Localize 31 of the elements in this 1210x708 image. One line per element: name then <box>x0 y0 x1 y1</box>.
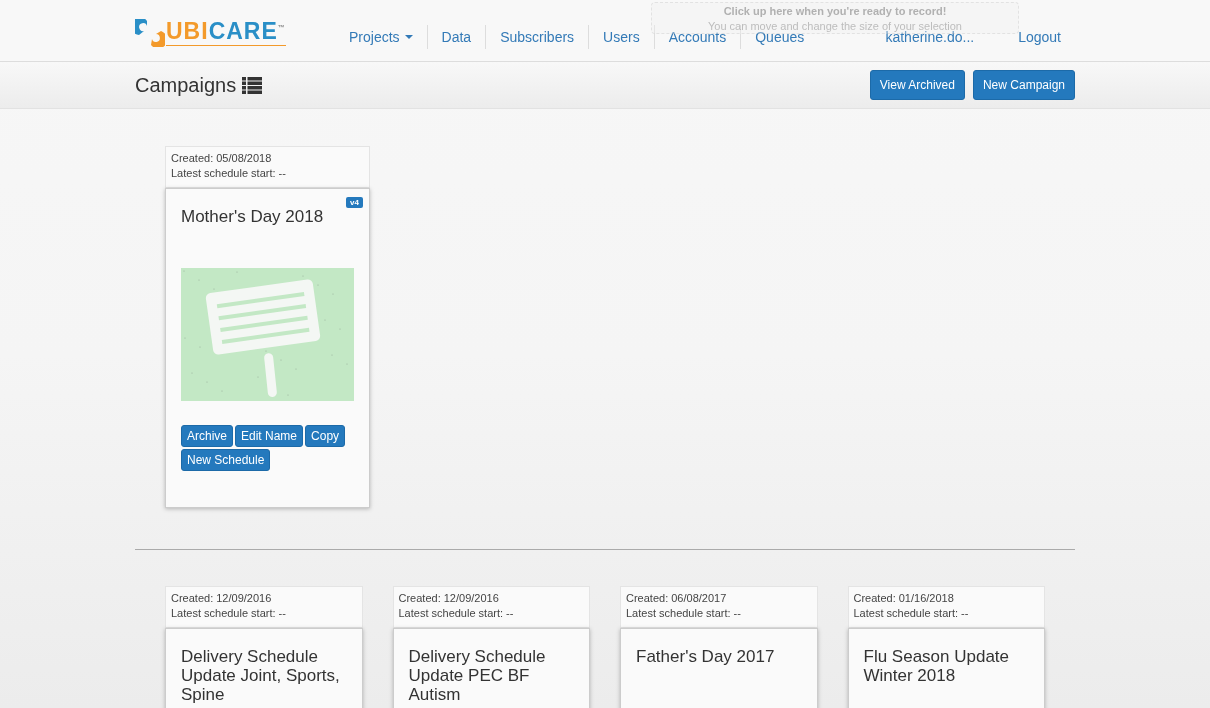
page-title: Campaigns <box>135 73 237 97</box>
logo-icon <box>135 18 165 47</box>
campaign-title: Mother's Day 2018 <box>181 207 325 226</box>
campaign-title: Flu Season Update Winter 2018 <box>863 647 1011 685</box>
created-date: Created: 05/08/2018 <box>171 152 273 164</box>
schedule-start: Latest schedule start: -- <box>853 607 970 619</box>
campaign-title: Father's Day 2017 <box>636 647 776 666</box>
nav-link[interactable]: Data <box>427 28 486 45</box>
hint-title: Click up here when you're ready to record! <box>723 4 947 17</box>
created-date: Created: 01/16/2018 <box>853 592 955 604</box>
action-button[interactable]: View Archived <box>869 70 965 100</box>
logo-text: UBICARE$^{™}$ <box>166 19 286 46</box>
created-date: Created: 06/08/2017 <box>626 592 728 604</box>
nav-link[interactable]: Users <box>589 28 654 45</box>
nav-link[interactable]: Projects <box>335 28 427 45</box>
schedule-start: Latest schedule start: -- <box>626 607 742 619</box>
list-icon <box>242 76 263 94</box>
card-button[interactable]: Edit Name <box>235 425 304 447</box>
version-badge: v4 <box>346 197 363 208</box>
schedule-start: Latest schedule start: -- <box>171 167 287 179</box>
schedule-start: Latest schedule start: -- <box>171 607 287 619</box>
schedule-start: Latest schedule start: -- <box>398 607 515 619</box>
card-button[interactable]: Copy <box>305 425 346 447</box>
card-button[interactable]: Archive <box>181 425 233 447</box>
campaign-title: Delivery Schedule Update PEC BF Autism <box>408 647 547 704</box>
campaign-title: Delivery Schedule Update Joint, Sports, Spine <box>181 647 341 704</box>
card-button[interactable]: New Schedule <box>181 449 271 471</box>
created-date: Created: 12/09/2016 <box>171 592 273 604</box>
created-date: Created: 12/09/2016 <box>398 592 500 604</box>
nav-link[interactable]: Subscribers <box>486 28 589 45</box>
action-button[interactable]: New Campaign <box>972 70 1075 100</box>
